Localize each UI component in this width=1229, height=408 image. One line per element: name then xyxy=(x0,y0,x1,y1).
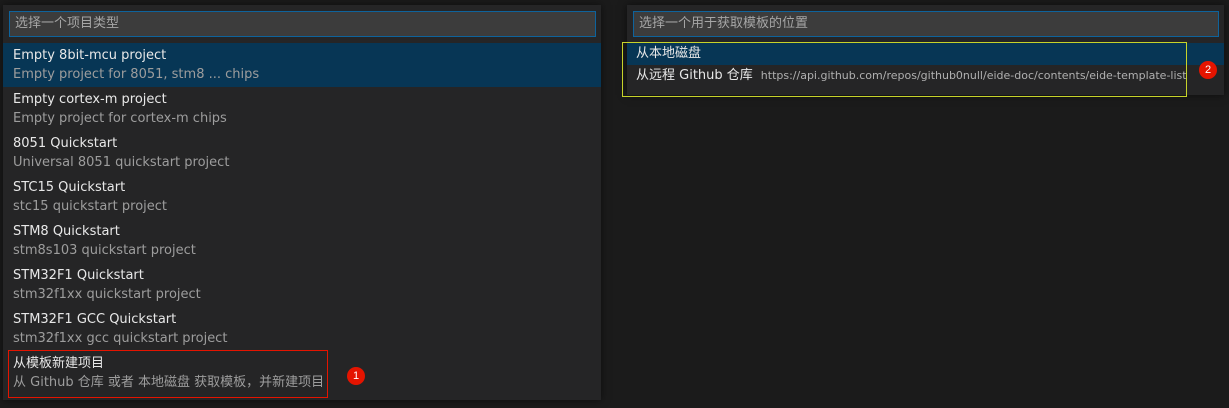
list-item-stm32f1-quickstart[interactable]: STM32F1 Quickstart stm32f1xx quickstart … xyxy=(3,263,601,307)
annotation-badge-2: 2 xyxy=(1199,61,1217,79)
list-item-description: stm8s103 quickstart project xyxy=(13,243,196,258)
list-item-stc15-quickstart[interactable]: STC15 Quickstart stc15 quickstart projec… xyxy=(3,175,601,219)
list-item-new-from-template[interactable]: 从模板新建项目 从 Github 仓库 或者 本地磁盘 获取模板，并新建项目 xyxy=(3,351,601,395)
list-item-label: Empty 8bit-mcu project xyxy=(13,48,167,63)
list-item-empty-cortex-m[interactable]: Empty cortex-m project Empty project for… xyxy=(3,87,601,131)
list-item-description: Empty project for cortex-m chips xyxy=(13,111,227,126)
list-item-local-disk[interactable]: 从本地磁盘 xyxy=(627,43,1224,65)
list-item-label: STM8 Quickstart xyxy=(13,224,120,239)
list-item-8051-quickstart[interactable]: 8051 Quickstart Universal 8051 quickstar… xyxy=(3,131,601,175)
template-location-picker: 选择一个用于获取模板的位置 从本地磁盘 从远程 Github 仓库 https:/… xyxy=(627,5,1224,95)
list-item-description: stc15 quickstart project xyxy=(13,199,168,214)
project-type-list: Empty 8bit-mcu project Empty project for… xyxy=(3,43,601,395)
list-item-description: stm32f1xx gcc quickstart project xyxy=(13,331,228,346)
template-location-list: 从本地磁盘 从远程 Github 仓库 https://api.github.co… xyxy=(627,43,1224,87)
project-type-picker: 选择一个项目类型 Empty 8bit-mcu project Empty pr… xyxy=(3,5,601,400)
list-item-empty-8bit-mcu[interactable]: Empty 8bit-mcu project Empty project for… xyxy=(3,43,601,87)
screenshot-root: 选择一个项目类型 Empty 8bit-mcu project Empty pr… xyxy=(0,0,1229,408)
annotation-badge-1: 1 xyxy=(347,367,365,385)
list-item-label: STM32F1 GCC Quickstart xyxy=(13,312,177,327)
list-item-label: Empty cortex-m project xyxy=(13,92,167,107)
list-item-description: Empty project for 8051, stm8 ... chips xyxy=(13,67,260,82)
list-item-description: stm32f1xx quickstart project xyxy=(13,287,201,302)
list-item-label: 从远程 Github 仓库 xyxy=(636,68,753,83)
project-type-search-input[interactable]: 选择一个项目类型 xyxy=(9,11,596,37)
list-item-remote-github[interactable]: 从远程 Github 仓库 https://api.github.com/repo… xyxy=(627,65,1224,87)
list-item-label: 8051 Quickstart xyxy=(13,136,118,151)
list-item-label: 从本地磁盘 xyxy=(636,46,702,61)
list-item-description: Universal 8051 quickstart project xyxy=(13,155,230,170)
list-item-detail: https://api.github.com/repos/github0null… xyxy=(760,69,1187,82)
list-item-label: STM32F1 Quickstart xyxy=(13,268,144,283)
list-item-stm8-quickstart[interactable]: STM8 Quickstart stm8s103 quickstart proj… xyxy=(3,219,601,263)
template-location-search-input[interactable]: 选择一个用于获取模板的位置 xyxy=(633,11,1219,37)
list-item-stm32f1-gcc-quickstart[interactable]: STM32F1 GCC Quickstart stm32f1xx gcc qui… xyxy=(3,307,601,351)
list-item-label: STC15 Quickstart xyxy=(13,180,126,195)
list-item-label: 从模板新建项目 xyxy=(13,356,105,371)
list-item-description: 从 Github 仓库 或者 本地磁盘 获取模板，并新建项目 xyxy=(13,375,325,390)
